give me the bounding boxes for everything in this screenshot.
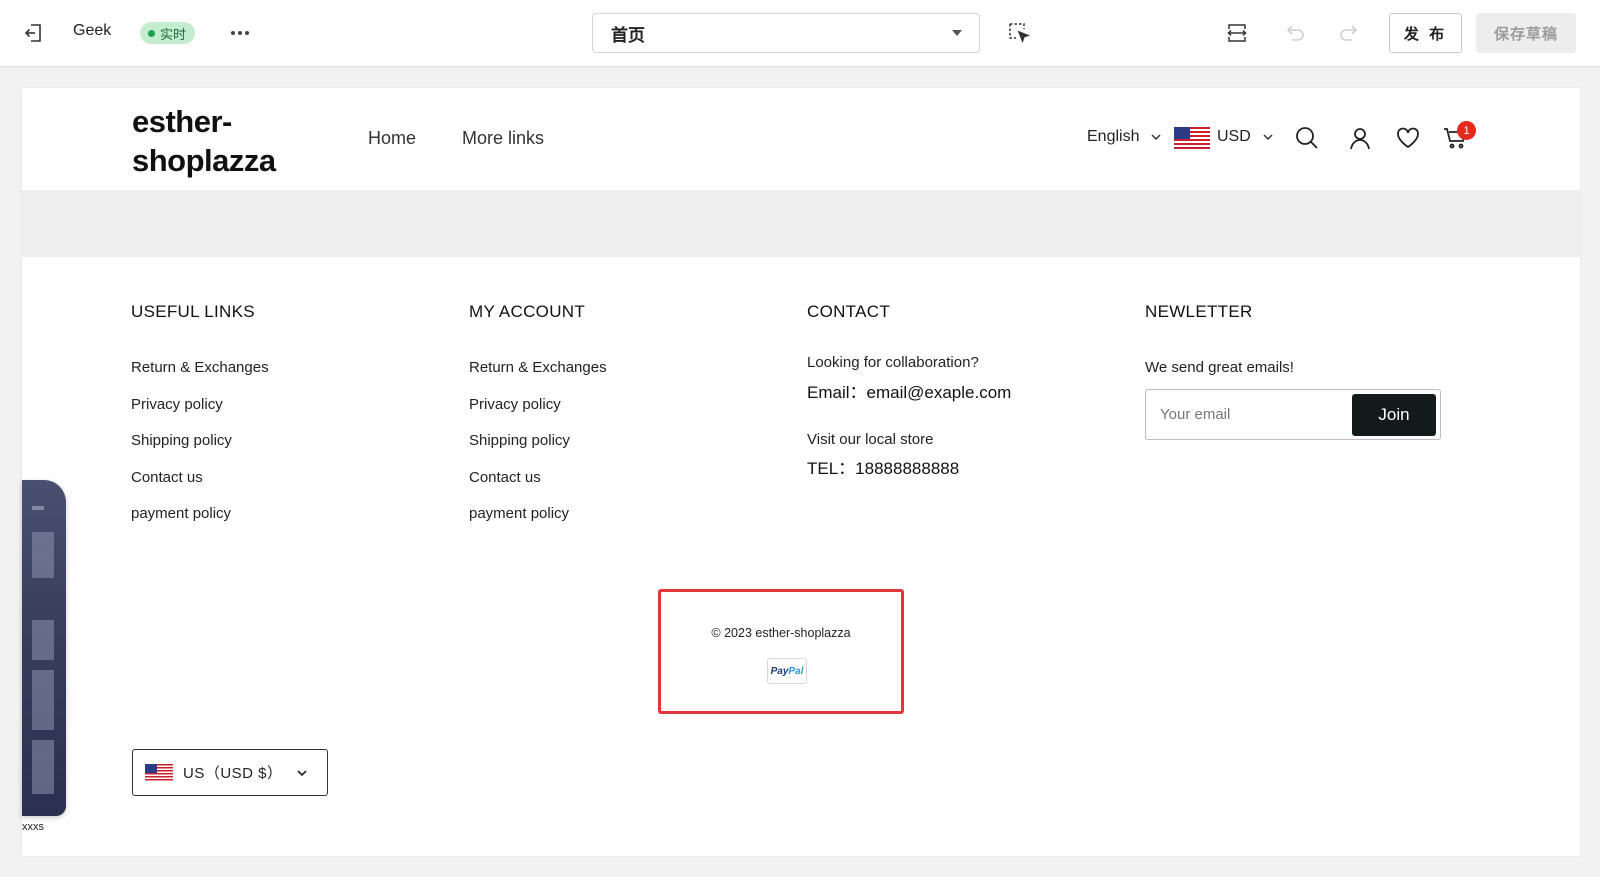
newsletter-title: NEWLETTER bbox=[1145, 302, 1253, 321]
search-icon[interactable] bbox=[1294, 125, 1320, 151]
useful-link-privacy[interactable]: Privacy policy bbox=[131, 396, 223, 413]
chevron-down-icon bbox=[1263, 134, 1273, 141]
store-logo[interactable]: esther- shoplazza bbox=[132, 102, 276, 180]
user-icon[interactable] bbox=[1347, 125, 1373, 151]
nav-more-links[interactable]: More links bbox=[462, 128, 544, 149]
status-dot bbox=[148, 29, 155, 37]
contact-store-label: Visit our local store bbox=[807, 431, 934, 448]
account-link-contact[interactable]: Contact us bbox=[469, 469, 541, 486]
more-icon[interactable] bbox=[226, 20, 254, 46]
account-link-shipping[interactable]: Shipping policy bbox=[469, 432, 570, 449]
newsletter-email-input[interactable] bbox=[1147, 391, 1347, 438]
contact-collab-label: Looking for collaboration? bbox=[807, 354, 979, 371]
account-link-privacy[interactable]: Privacy policy bbox=[469, 396, 561, 413]
copyright-section-selected[interactable]: © 2023 esther-shoplazza Pay Pal bbox=[658, 589, 904, 714]
redo-icon[interactable] bbox=[1336, 20, 1362, 46]
chevron-down-icon bbox=[297, 770, 307, 777]
exit-icon[interactable] bbox=[20, 20, 46, 46]
editor-toolbar: Geek 实时 首页 发 布 保存草稿 bbox=[0, 0, 1600, 67]
status-badge-label: 实时 bbox=[160, 26, 187, 42]
save-draft-button[interactable]: 保存草稿 bbox=[1476, 13, 1576, 53]
store-logo-line-1: esther- bbox=[132, 104, 232, 139]
store-logo-line-2: shoplazza bbox=[132, 143, 276, 178]
store-preview-canvas: esther- shoplazza Home More links Englis… bbox=[22, 88, 1580, 856]
newsletter-form: Join bbox=[1145, 389, 1441, 440]
useful-link-payment[interactable]: payment policy bbox=[131, 505, 231, 522]
language-selector[interactable]: English bbox=[1087, 128, 1163, 146]
useful-links-title: USEFUL LINKS bbox=[131, 302, 255, 321]
nav-home[interactable]: Home bbox=[368, 128, 416, 149]
paypal-pal: Pal bbox=[788, 665, 804, 677]
paypal-icon: Pay Pal bbox=[767, 658, 807, 684]
us-flag-icon bbox=[145, 763, 173, 782]
cart-count-badge: 1 bbox=[1457, 121, 1476, 140]
chevron-down-icon bbox=[952, 30, 962, 36]
account-link-returns[interactable]: Return & Exchanges bbox=[469, 359, 607, 376]
useful-link-contact[interactable]: Contact us bbox=[131, 469, 203, 486]
page-select-value: 首页 bbox=[611, 25, 645, 45]
contact-title: CONTACT bbox=[807, 302, 890, 321]
contact-tel[interactable]: TEL：18888888888 bbox=[807, 454, 959, 479]
useful-link-shipping[interactable]: Shipping policy bbox=[131, 432, 232, 449]
mobile-preview-label: xxxs bbox=[22, 821, 44, 833]
publish-button[interactable]: 发 布 bbox=[1389, 13, 1462, 53]
select-element-icon[interactable] bbox=[1006, 20, 1032, 46]
region-label: US（USD $） bbox=[183, 765, 283, 782]
my-account-title: MY ACCOUNT bbox=[469, 302, 586, 321]
chevron-down-icon bbox=[1151, 134, 1162, 141]
content-placeholder-band bbox=[22, 190, 1580, 257]
us-flag-icon bbox=[1174, 127, 1210, 156]
heart-icon[interactable] bbox=[1395, 125, 1421, 151]
contact-email[interactable]: Email：email@exaple.com bbox=[807, 378, 1011, 403]
useful-link-returns[interactable]: Return & Exchanges bbox=[131, 359, 269, 376]
currency-selector[interactable]: USD bbox=[1217, 128, 1275, 146]
newsletter-join-button[interactable]: Join bbox=[1352, 394, 1436, 436]
page-select[interactable]: 首页 bbox=[592, 13, 980, 53]
newsletter-subtitle: We send great emails! bbox=[1145, 359, 1294, 376]
mobile-preview-tab[interactable] bbox=[22, 480, 66, 816]
currency-label: USD bbox=[1217, 128, 1251, 145]
undo-icon[interactable] bbox=[1282, 20, 1308, 46]
site-name: Geek bbox=[73, 22, 112, 39]
fit-width-icon[interactable] bbox=[1224, 20, 1250, 46]
status-badge: 实时 bbox=[140, 22, 196, 44]
language-label: English bbox=[1087, 128, 1140, 145]
account-link-payment[interactable]: payment policy bbox=[469, 505, 569, 522]
copyright-text: © 2023 esther-shoplazza bbox=[711, 626, 851, 640]
paypal-pay: Pay bbox=[770, 665, 789, 677]
region-selector[interactable]: US（USD $） bbox=[132, 749, 328, 796]
